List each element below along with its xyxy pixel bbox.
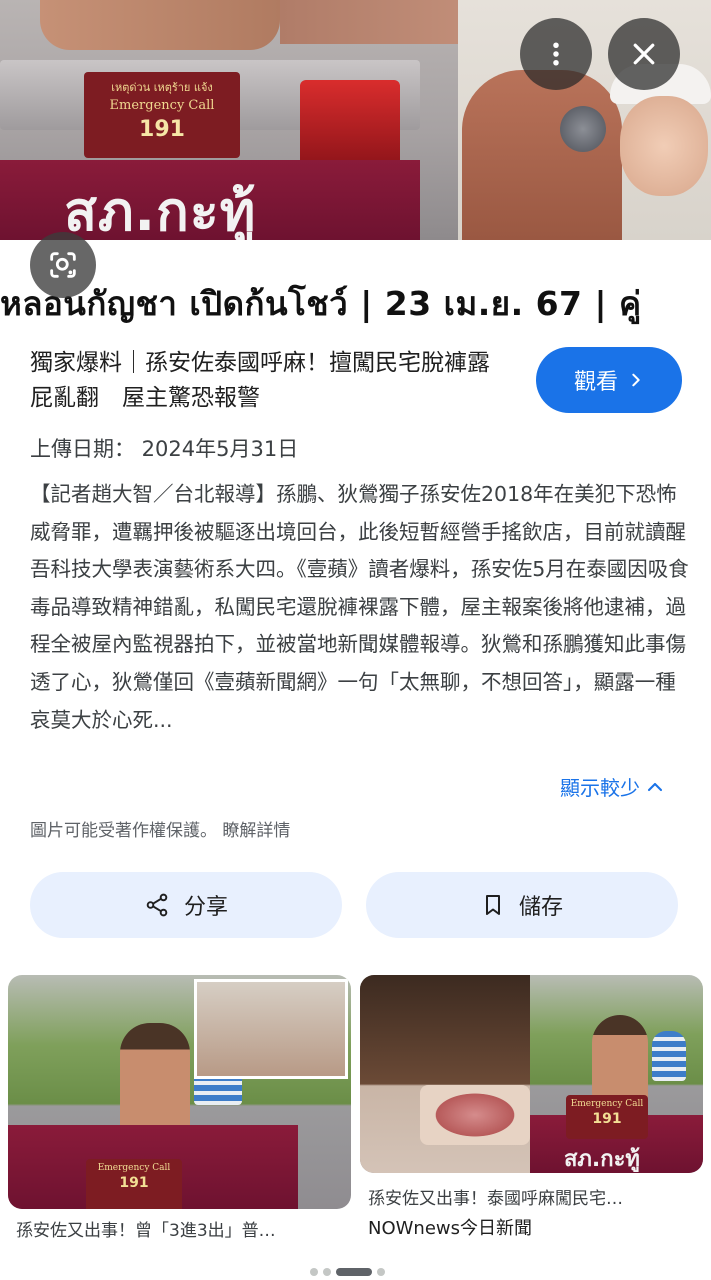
- inset-photo: [194, 979, 348, 1079]
- chevron-right-icon: [632, 373, 640, 387]
- related-thumbnail[interactable]: Emergency Call 191: [8, 975, 351, 1209]
- plate-line2: Emergency Call: [109, 98, 215, 113]
- related-source[interactable]: NOWnews今日新聞: [368, 1214, 532, 1240]
- article-title[interactable]: 獨家爆料｜孫安佐泰國呼麻！擅闖民宅脫褲露屁亂翻 屋主驚恐報警: [30, 346, 500, 416]
- bookmark-icon: [485, 895, 500, 915]
- photo-detail: [560, 106, 606, 152]
- chevron-up-icon: [647, 782, 663, 791]
- upload-date: 上傳日期： 2024年5月31日: [30, 437, 299, 461]
- photo-detail: [592, 1015, 648, 1105]
- plate-number: 191: [139, 117, 185, 142]
- close-icon: [633, 43, 655, 65]
- related-title[interactable]: 孫安佐又出事！曾「3進3出」普…: [16, 1216, 346, 1241]
- save-button[interactable]: 儲存: [366, 872, 678, 938]
- share-icon: [146, 893, 168, 917]
- carousel-indicator: [310, 1268, 385, 1276]
- hero-image[interactable]: เหตุด่วน เหตุร้าย แจ้ง Emergency Call 19…: [0, 0, 711, 335]
- plate-line2: Emergency Call: [570, 1099, 644, 1109]
- related-title[interactable]: 孫安佐又出事！泰國呼麻闖民宅…: [368, 1184, 698, 1209]
- more-vert-icon: [553, 42, 559, 66]
- show-less-link[interactable]: 顯示較少: [560, 772, 664, 801]
- carousel-dot: [310, 1268, 318, 1276]
- plate-line1: เหตุด่วน เหตุร้าย แจ้ง: [111, 81, 213, 94]
- hero-photo: เหตุด่วน เหตุร้าย แจ้ง Emergency Call 19…: [0, 0, 711, 240]
- carousel-dot-active: [336, 1268, 372, 1276]
- more-options-button[interactable]: [520, 18, 592, 90]
- photo-detail: [40, 0, 280, 50]
- show-less-label: 顯示較少: [560, 776, 640, 800]
- plate-number: 191: [119, 1175, 149, 1191]
- plate-line2: Emergency Call: [97, 1163, 171, 1173]
- video-caption: หลอนกัญชา เปิดก้นโชว์ | 23 เม.ย. 67 | คู…: [0, 284, 642, 323]
- emergency-plate: Emergency Call 191: [566, 1095, 648, 1139]
- plate-number: 191: [592, 1111, 622, 1127]
- article-body: 【記者趙大智／台北報導】孫鵬、狄鶯獨子孫安佐2018年在美犯下恐怖威脅罪，遭羈押…: [30, 482, 689, 732]
- station-text: สภ.กะทู้: [564, 1147, 640, 1172]
- lens-search-button[interactable]: [30, 232, 96, 298]
- carousel-dot: [377, 1268, 385, 1276]
- copyright-notice[interactable]: 圖片可能受著作權保護。 瞭解詳情: [30, 816, 290, 841]
- emergency-plate: Emergency Call 191: [86, 1159, 182, 1209]
- view-label: 觀看: [573, 370, 618, 395]
- emergency-plate: เหตุด่วน เหตุร้าย แจ้ง Emergency Call 19…: [84, 72, 240, 158]
- close-button[interactable]: [608, 18, 680, 90]
- station-text: สภ.กะทู้: [64, 180, 257, 240]
- share-button[interactable]: 分享: [30, 872, 342, 938]
- save-label: 儲存: [518, 895, 563, 920]
- lens-icon: [50, 252, 76, 278]
- related-thumbnail[interactable]: Emergency Call 191 สภ.กะทู้: [360, 975, 703, 1173]
- photo-detail: [652, 1031, 686, 1081]
- share-label: 分享: [183, 895, 228, 920]
- carousel-dot: [323, 1268, 331, 1276]
- photo-detail: [620, 96, 708, 196]
- photo-detail: [420, 1085, 530, 1145]
- view-button[interactable]: 觀看: [536, 347, 682, 413]
- photo-detail: [462, 70, 622, 240]
